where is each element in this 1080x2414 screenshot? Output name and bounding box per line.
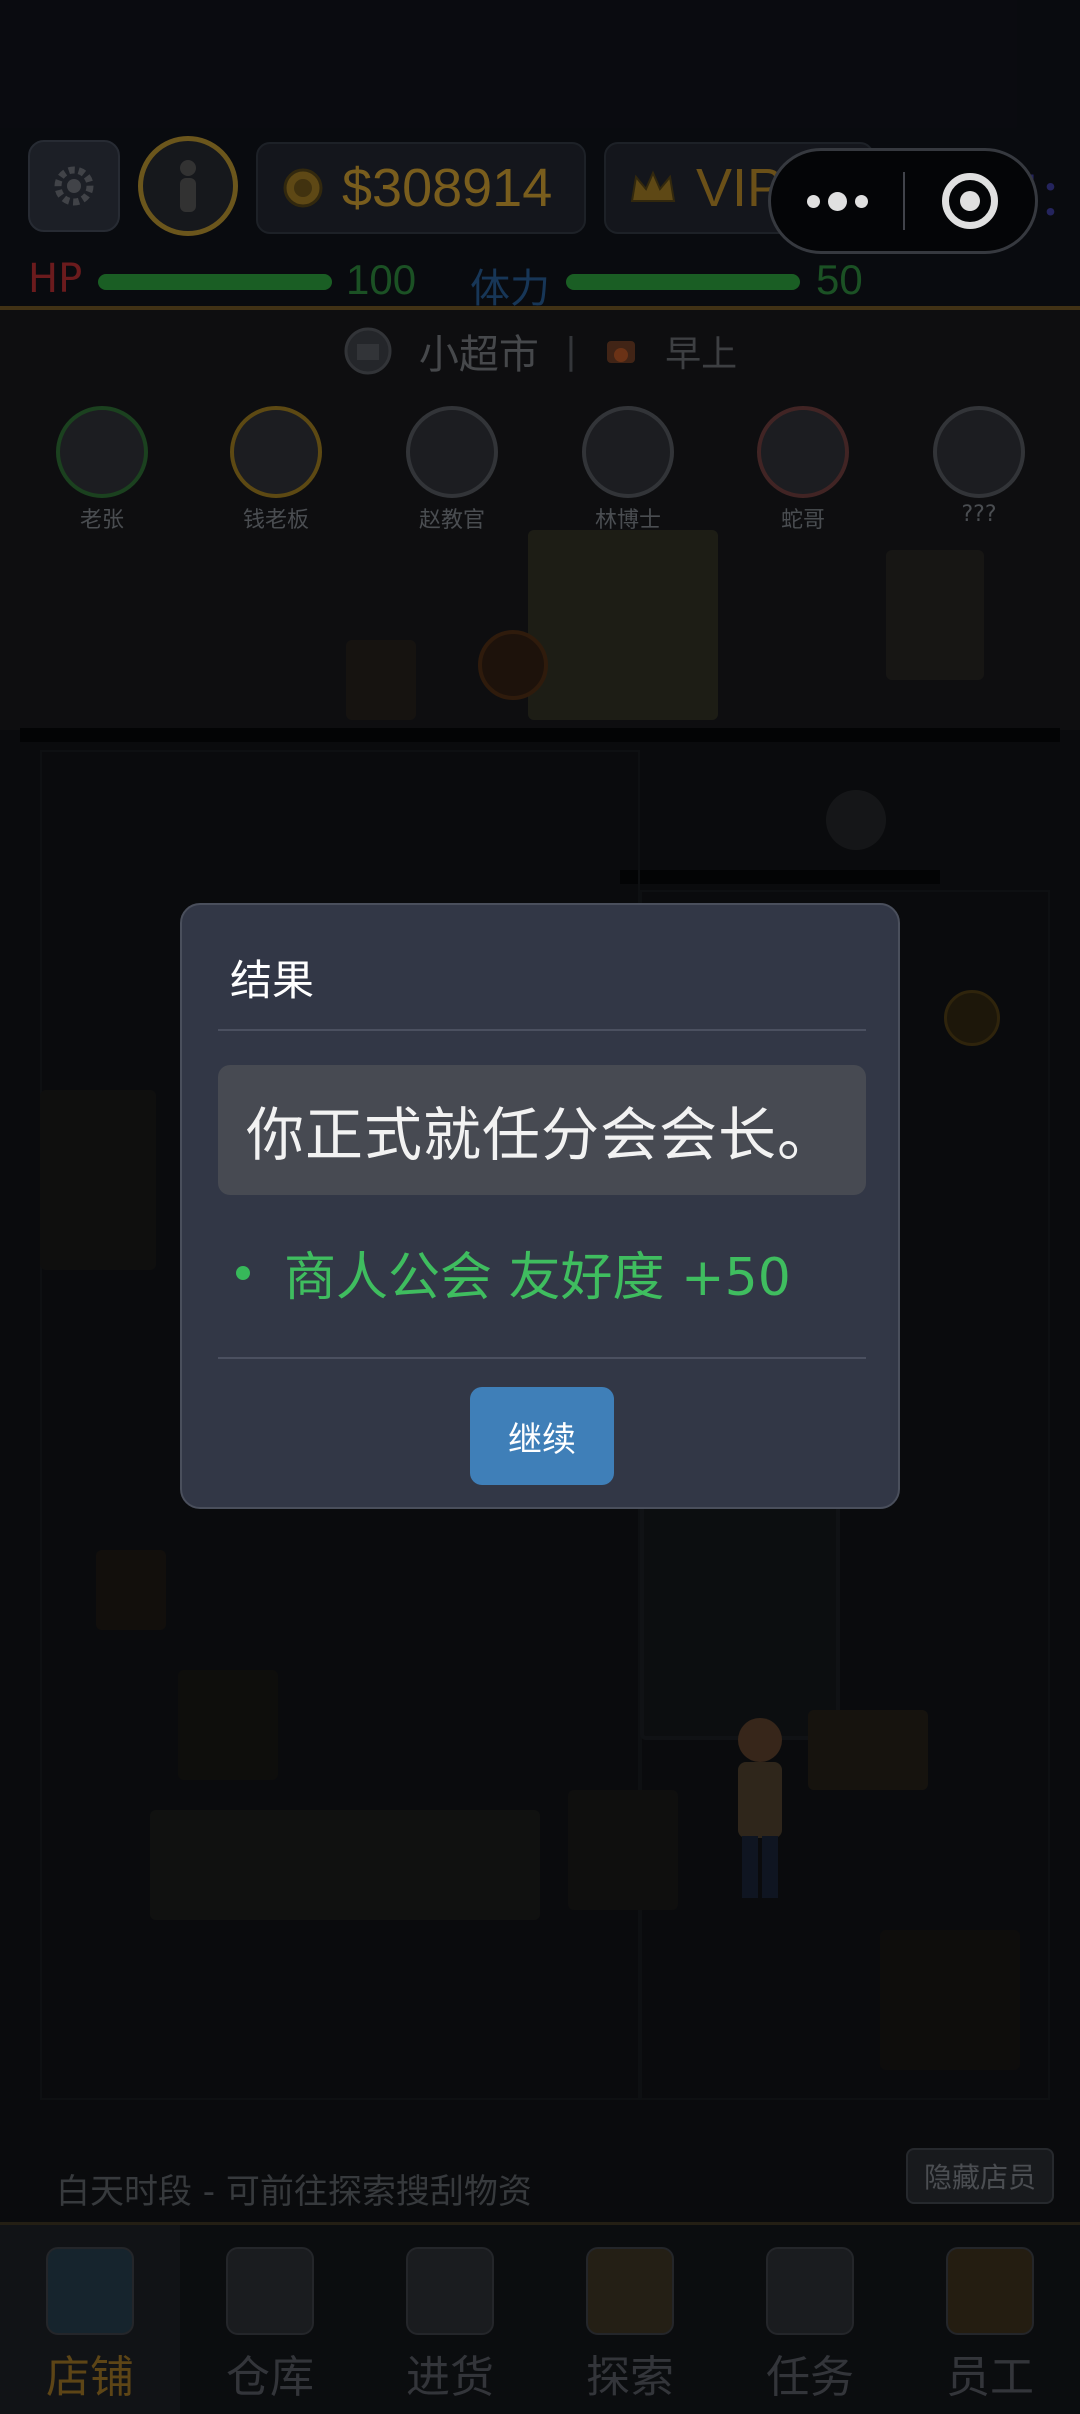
effect-item: 商人公会 友好度 +50	[236, 1235, 791, 1310]
dialog-title: 结果	[230, 956, 315, 1005]
continue-button[interactable]: 继续	[470, 1387, 614, 1485]
result-message: 你正式就任分会会长。	[246, 1101, 837, 1169]
bullet-icon	[236, 1265, 250, 1280]
result-message-box: 你正式就任分会会长。	[218, 1065, 866, 1195]
result-dialog: 结果 你正式就任分会会长。 商人公会 友好度 +50 继续	[180, 903, 900, 1509]
dialog-divider	[218, 1029, 866, 1031]
effect-text: 商人公会 友好度 +50	[284, 1248, 791, 1308]
dialog-divider	[218, 1357, 866, 1359]
